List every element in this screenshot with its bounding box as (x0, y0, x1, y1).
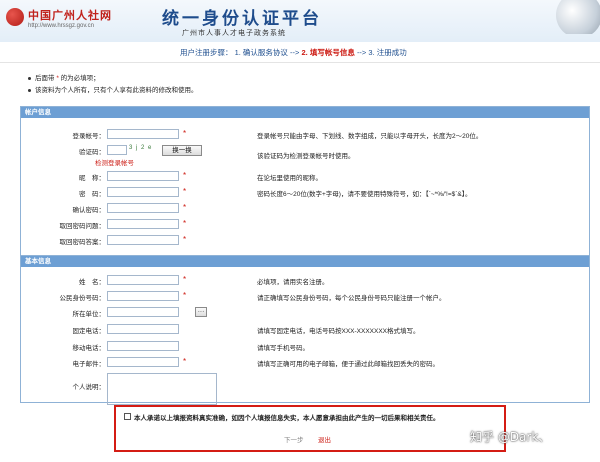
required-mark: * (183, 235, 187, 244)
required-mark: * (183, 187, 187, 196)
basic-info-panel: 基本信息 姓 名： * 必填项，请用实名注册。 公民身份号码： * 请正确填写公… (20, 255, 590, 405)
steps-arrow-1: --> (290, 48, 300, 57)
required-mark: * (183, 357, 187, 366)
account-info-panel: 帐户信息 登录帐号： * 登录帐号只能由字母、下划线、数字组成，只能以字母开头，… (20, 106, 590, 256)
security-answer-input[interactable] (107, 235, 179, 245)
logo-emblem-icon (6, 8, 24, 26)
login-row: 登录帐号： * 登录帐号只能由字母、下划线、数字组成，只能以字母开头，长度为2～… (21, 128, 589, 142)
steps-arrow-2: --> (356, 48, 367, 57)
commitment-text: 本人承诺以上填报资料真实准确，如因个人填报信息失实，本人愿意承担由此产生的一切后… (134, 415, 440, 422)
mobile-hint: 请填写手机号码。 (257, 345, 309, 352)
security-answer-row: 取回密码答案： * (21, 234, 589, 248)
confirm-password-label: 确认密码： (72, 207, 106, 214)
id-number-input[interactable] (107, 291, 179, 301)
email-label: 电子邮件： (72, 361, 106, 368)
password-input[interactable] (107, 187, 179, 197)
email-input[interactable] (107, 357, 179, 367)
site-logo[interactable]: 中国广州人社网 http://www.hrssgz.gov.cn (6, 4, 146, 36)
globe-icon (548, 0, 600, 34)
required-mark: * (183, 171, 187, 180)
captcha-hint: 该验证码为检测登录帐号时使用。 (257, 153, 355, 160)
mobile-row: 移动电话： 请填写手机号码。 (21, 340, 589, 354)
note-required-b: 的为必填项； (60, 75, 100, 82)
page-title: 统一身份认证平台 (162, 9, 322, 29)
login-hint: 登录帐号只能由字母、下划线、数字组成，只能以字母开头，长度为2～20位。 (257, 133, 483, 140)
description-textarea[interactable] (107, 373, 217, 405)
phone-input[interactable] (107, 324, 179, 334)
id-number-row: 公民身份号码： * 请正确填写公民身份号码，每个公民身份号码只能注册一个帐户。 (21, 290, 589, 304)
nickname-row: 昵 称： * 在论坛里使用的昵称。 (21, 170, 589, 184)
required-star: * (56, 75, 59, 82)
unit-picker-button[interactable]: ··· (195, 307, 207, 317)
captcha-input[interactable] (107, 145, 127, 155)
step-3: 3. 注册成功 (368, 48, 407, 57)
mobile-input[interactable] (107, 341, 179, 351)
account-info-header: 帐户信息 (21, 107, 589, 118)
step-1: 1. 确认服务协议 (234, 48, 288, 57)
check-login-link[interactable]: 检测登录帐号 (95, 157, 134, 167)
unit-label: 所在单位： (72, 311, 106, 318)
email-hint: 请填写正确可用的电子邮箱，便于通过此邮箱找回丢失的密码。 (257, 361, 439, 368)
description-row: 个人说明： (21, 373, 589, 407)
site-header: 中国广州人社网 http://www.hrssgz.gov.cn 统一身份认证平… (0, 0, 600, 43)
registration-steps: 用户注册步骤： 1. 确认服务协议 --> 2. 填写帐号信息 --> 3. 注… (0, 42, 600, 63)
note-ownership: 该资料为个人所有，只有个人享有此资料的修改和使用。 (35, 87, 198, 94)
note-required-a: 后面带 (35, 75, 55, 82)
required-mark: * (183, 203, 187, 212)
login-label: 登录帐号： (72, 133, 106, 140)
nickname-hint: 在论坛里使用的昵称。 (257, 175, 322, 182)
exit-link[interactable]: 退出 (318, 434, 331, 444)
required-mark: * (183, 291, 187, 300)
unit-row: 所在单位： ··· (21, 306, 589, 320)
name-label: 姓 名： (79, 279, 105, 286)
nickname-label: 昵 称： (79, 175, 105, 182)
id-number-hint: 请正确填写公民身份号码，每个公民身份号码只能注册一个帐户。 (257, 295, 446, 302)
logo-url: http://www.hrssgz.gov.cn (28, 23, 94, 29)
name-row: 姓 名： * 必填项，请用实名注册。 (21, 274, 589, 288)
name-hint: 必填项，请用实名注册。 (257, 279, 329, 286)
required-mark: * (183, 219, 187, 228)
security-question-input[interactable] (107, 219, 179, 229)
confirm-password-input[interactable] (107, 203, 179, 213)
basic-info-header: 基本信息 (21, 256, 589, 267)
form-notes: 后面带 * 的为必填项； 该资料为个人所有，只有个人享有此资料的修改和使用。 (28, 73, 198, 97)
refresh-captcha-button[interactable]: 换一换 (162, 145, 202, 156)
watermark: 知乎 @Dark、 (470, 430, 551, 444)
password-label: 密 码： (79, 191, 105, 198)
security-question-label: 取回密码问题： (59, 223, 106, 230)
steps-prefix: 用户注册步骤： (180, 48, 233, 57)
captcha-image: 3 j 2 e (129, 145, 153, 151)
phone-hint: 请填写固定电话，电话号码按XXX-XXXXXXX格式填写。 (257, 328, 420, 335)
name-input[interactable] (107, 275, 179, 285)
step-2-current: 2. 填写帐号信息 (301, 48, 355, 57)
captcha-row: 验证码： 3 j 2 e 换一换 检测登录帐号 该验证码为检测登录帐号时使用。 (21, 144, 589, 168)
commitment-checkbox[interactable] (124, 413, 131, 420)
password-hint: 密码长度6～20位(数字+字母)，请不要使用特殊符号，如：【`~*%/'!=$`… (257, 191, 472, 198)
security-answer-label: 取回密码答案： (59, 239, 106, 246)
description-label: 个人说明： (72, 384, 106, 391)
confirm-password-row: 确认密码： * (21, 202, 589, 216)
unit-input[interactable] (107, 307, 179, 317)
phone-row: 固定电话： 请填写固定电话，电话号码按XXX-XXXXXXX格式填写。 (21, 323, 589, 337)
page-subtitle: 广州市人事人才电子政务系统 (182, 30, 286, 37)
password-row: 密 码： * 密码长度6～20位(数字+字母)，请不要使用特殊符号，如：【`~*… (21, 186, 589, 200)
required-mark: * (183, 275, 187, 284)
login-input[interactable] (107, 129, 179, 139)
id-number-label: 公民身份号码： (59, 295, 106, 302)
email-row: 电子邮件： * 请填写正确可用的电子邮箱，便于通过此邮箱找回丢失的密码。 (21, 356, 589, 370)
security-question-row: 取回密码问题： * (21, 218, 589, 232)
captcha-label: 验证码： (79, 149, 105, 156)
nickname-input[interactable] (107, 171, 179, 181)
mobile-label: 移动电话： (72, 345, 106, 352)
next-step-link[interactable]: 下一步 (284, 434, 304, 444)
required-mark: * (183, 129, 187, 138)
commitment-box: 本人承诺以上填报资料真实准确，如因个人填报信息失实，本人愿意承担由此产生的一切后… (114, 405, 506, 452)
logo-text: 中国广州人社网 (28, 9, 112, 22)
phone-label: 固定电话： (72, 328, 106, 335)
